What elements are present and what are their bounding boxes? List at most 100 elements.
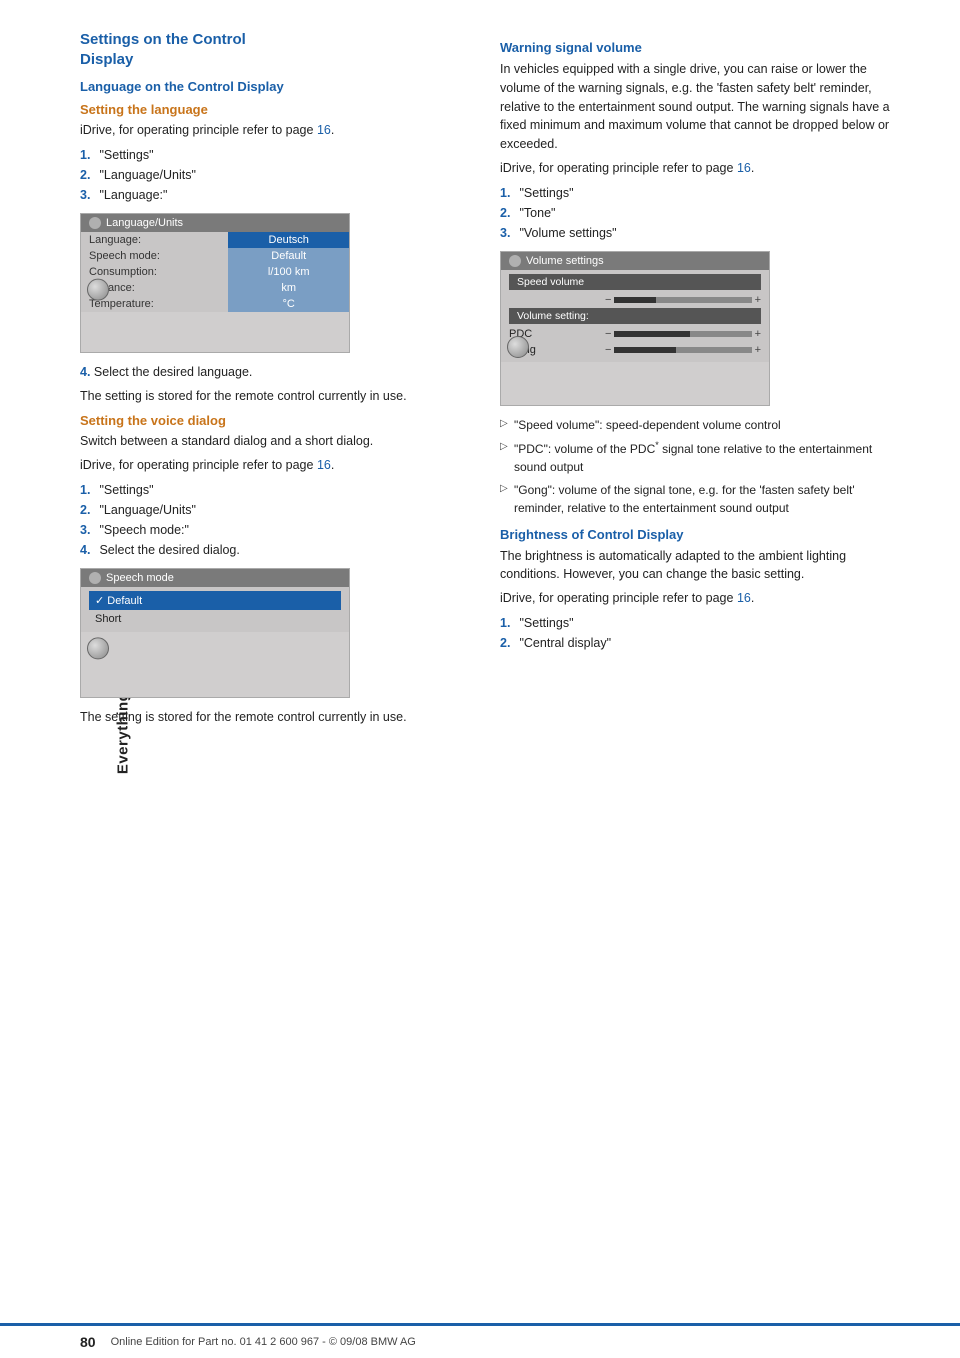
titlebar-icon (89, 217, 101, 229)
volume-screenshot: Volume settings Speed volume − + (500, 251, 770, 406)
minus-icon: − (605, 344, 611, 356)
list-item: 3. "Language:" (80, 185, 470, 205)
lang-table: Language: Deutsch Speech mode: Default C… (81, 232, 349, 312)
plus-icon: + (755, 344, 761, 356)
idrive-ref-voice-link[interactable]: 16 (317, 458, 331, 472)
list-item: 2. "Language/Units" (80, 165, 470, 185)
vol-area: Speed volume − + Volume setting: (501, 270, 769, 362)
page-container: Everything under control Settings on the… (0, 0, 960, 1358)
list-item: 1. "Settings" (80, 145, 470, 165)
vol-setting-header: Volume setting: (509, 308, 761, 324)
section-title-line1: Settings on the Control (80, 31, 246, 48)
voice-desc: Switch between a standard dialog and a s… (80, 432, 470, 451)
plus-icon: + (755, 328, 761, 340)
vol-bar-fill (614, 297, 655, 303)
footer: 80 Online Edition for Part no. 01 41 2 6… (0, 1323, 960, 1358)
knob-icon (87, 278, 109, 300)
table-row: Language: Deutsch (81, 232, 349, 248)
lang-step4-text: Select the desired language. (94, 365, 252, 379)
vol-bar (614, 297, 751, 303)
main-content: Settings on the Control Display Language… (80, 30, 930, 1323)
list-item: 3. "Speech mode:" (80, 520, 470, 540)
speech-screenshot: Speech mode ✓ Default Short (80, 568, 350, 698)
menu-item-default: ✓ Default (89, 591, 341, 610)
speed-vol-header: Speed volume (509, 274, 761, 290)
warn-steps-list: 1. "Settings" 2. "Tone" 3. "Volume setti… (500, 183, 890, 243)
table-cell-value: l/100 km (228, 264, 349, 280)
warning-title: Warning signal volume (500, 40, 890, 55)
table-row: Speech mode: Default (81, 248, 349, 264)
idrive-ref-voice: iDrive, for operating principle refer to… (80, 456, 470, 475)
vol-bar-container: − + (605, 294, 761, 306)
list-item: 1. "Settings" (500, 183, 890, 203)
speech-title: Speech mode (106, 572, 174, 584)
brightness-desc: The brightness is automatically adapted … (500, 547, 890, 585)
voice-steps-list: 1. "Settings" 2. "Language/Units" 3. "Sp… (80, 480, 470, 560)
list-item: 1. "Settings" (80, 480, 470, 500)
list-item: 2. "Language/Units" (80, 500, 470, 520)
volume-bullets: "Speed volume": speed-dependent volume c… (500, 416, 890, 517)
speech-menu-area: ✓ Default Short (81, 587, 349, 632)
idrive-ref-warn-link[interactable]: 16 (737, 161, 751, 175)
volume-title: Volume settings (526, 255, 604, 267)
sub-setting-language: Setting the language (80, 102, 470, 117)
brightness-title: Brightness of Control Display (500, 527, 890, 542)
vol-row-speedvol: − + (509, 292, 761, 308)
idrive-ref-lang-link[interactable]: 16 (317, 123, 331, 137)
plus-icon: + (755, 294, 761, 306)
table-cell-value: °C (228, 296, 349, 312)
table-row: Consumption: l/100 km (81, 264, 349, 280)
table-row: Temperature: °C (81, 296, 349, 312)
list-item: 2. "Central display" (500, 633, 890, 653)
idrive-ref-bright-text: iDrive, for operating principle refer to… (500, 591, 733, 605)
table-cell-value: Default (228, 248, 349, 264)
knob-icon (507, 336, 529, 358)
vol-bar (614, 347, 751, 353)
menu-item-short: Short (89, 610, 341, 628)
minus-icon: − (605, 294, 611, 306)
vol-bar-container: − + (605, 328, 761, 340)
table-cell-value: Deutsch (228, 232, 349, 248)
knob-icon (87, 637, 109, 659)
section-title-line2: Display (80, 51, 133, 68)
list-item: 2. "Tone" (500, 203, 890, 223)
titlebar-icon (509, 255, 521, 267)
list-item: 1. "Settings" (500, 613, 890, 633)
footnote-marker: * (655, 440, 659, 450)
vol-bar-fill (614, 347, 676, 353)
lang-steps-list: 1. "Settings" 2. "Language/Units" 3. "La… (80, 145, 470, 205)
left-column: Settings on the Control Display Language… (80, 30, 470, 1323)
bright-steps-list: 1. "Settings" 2. "Central display" (500, 613, 890, 653)
footer-text: Online Edition for Part no. 01 41 2 600 … (111, 1336, 416, 1348)
list-item: 4. Select the desired dialog. (80, 540, 470, 560)
right-column: Warning signal volume In vehicles equipp… (500, 30, 890, 1323)
screenshot-table-area: Language: Deutsch Speech mode: Default C… (81, 232, 349, 312)
vol-row-gong: Gong − + (509, 342, 761, 358)
table-cell-label: Speech mode: (81, 248, 228, 264)
warning-desc: In vehicles equipped with a single drive… (500, 60, 890, 154)
page-number: 80 (80, 1334, 96, 1350)
sub-setting-voice: Setting the voice dialog (80, 413, 470, 428)
vol-row-pdc: PDC − + (509, 326, 761, 342)
table-cell-value: km (228, 280, 349, 296)
table-row: Distance: km (81, 280, 349, 296)
section-title: Settings on the Control Display (80, 30, 470, 69)
lang-units-screenshot: Language/Units Language: Deutsch Speech … (80, 213, 350, 353)
idrive-ref-lang-text: iDrive, for operating principle refer to… (80, 123, 313, 137)
table-cell-label: Language: (81, 232, 228, 248)
titlebar-icon (89, 572, 101, 584)
vol-bar-container: − + (605, 344, 761, 356)
list-item: "Gong": volume of the signal tone, e.g. … (500, 481, 890, 517)
idrive-ref-bright-link[interactable]: 16 (737, 591, 751, 605)
minus-icon: − (605, 328, 611, 340)
idrive-ref-warn-text: iDrive, for operating principle refer to… (500, 161, 733, 175)
screenshot-title: Language/Units (106, 217, 183, 229)
idrive-ref-bright: iDrive, for operating principle refer to… (500, 589, 890, 608)
vol-bar-fill (614, 331, 689, 337)
table-cell-label: Consumption: (81, 264, 228, 280)
lang-step4: 4. Select the desired language. (80, 363, 470, 382)
list-item: "Speed volume": speed-dependent volume c… (500, 416, 890, 434)
subsection-lang: Language on the Control Display (80, 79, 470, 94)
list-item: 3. "Volume settings" (500, 223, 890, 243)
idrive-ref-warn: iDrive, for operating principle refer to… (500, 159, 890, 178)
